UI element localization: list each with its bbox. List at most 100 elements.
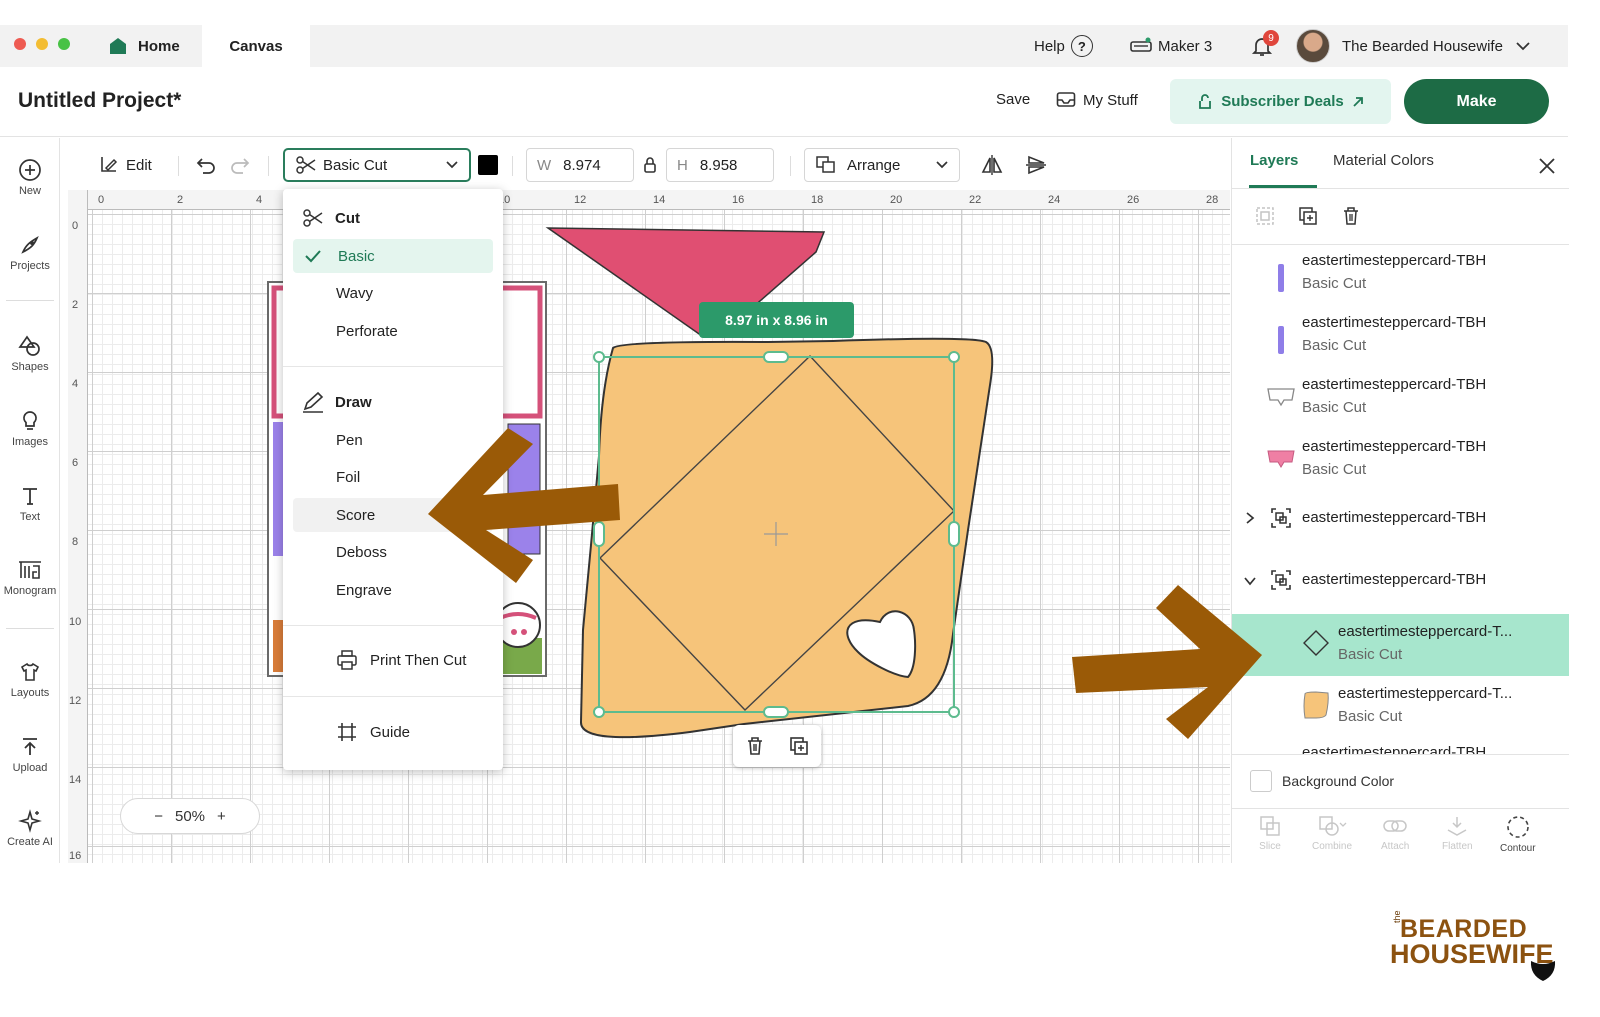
tab-layers[interactable]: Layers [1250,152,1298,169]
layer-row[interactable]: eastertimesteppercard-T... Basic Cut [1232,678,1569,740]
chevron-right-icon[interactable] [1244,511,1256,525]
sidebar-item-upload[interactable]: Upload [0,735,60,774]
layer-name: eastertimesteppercard-TBH [1302,509,1487,526]
layer-name: eastertimesteppercard-TBH [1302,376,1487,393]
layer-operation: Basic Cut [1338,708,1403,725]
color-swatch[interactable] [478,148,498,182]
design-canvas[interactable]: 0 2 4 10 12 14 16 18 20 22 24 26 28 0 2 … [68,190,1230,863]
layer-swatch [1303,630,1329,656]
tab-home[interactable]: Home [90,25,198,67]
attach-icon [1383,820,1407,832]
flatten-label: Flatten [1442,841,1473,852]
flip-horizontal-button[interactable] [980,148,1004,182]
group-icon [1271,570,1291,590]
combine-button[interactable]: Combine [1312,814,1352,852]
height-value: 8.958 [699,156,738,174]
duplicate-icon[interactable] [1297,205,1319,227]
tab-canvas[interactable]: Canvas [202,25,310,67]
sidebar-item-create-ai[interactable]: Create AI [0,809,60,848]
layer-row[interactable]: eastertimesteppercard-TBH Basic Cut [1232,432,1569,494]
sidebar-item-monogram[interactable]: Monogram [0,558,60,597]
redo-button[interactable] [228,148,252,182]
sidebar-item-images[interactable]: Images [0,409,60,448]
combine-label: Combine [1312,841,1353,852]
sidebar-label-projects: Projects [10,260,50,272]
zoom-control: − 50% + [120,798,260,834]
operation-select[interactable]: Basic Cut [283,148,471,182]
close-icon[interactable] [1538,157,1556,175]
slice-icon [1260,816,1280,836]
sidebar-item-new[interactable]: New [0,158,60,197]
group-icon[interactable] [1254,205,1276,227]
layer-name: eastertimesteppercard-TBH [1302,252,1487,269]
chevron-down-icon [1516,42,1530,51]
flip-vertical-button[interactable] [1024,148,1048,182]
layer-group-row[interactable]: eastertimesteppercard-TBH [1232,494,1569,556]
machine-selector[interactable]: Maker 3 [1130,25,1212,67]
monogram-icon [19,561,41,579]
minimize-window-button[interactable] [36,38,48,50]
notifications-button[interactable]: 9 [1250,25,1279,67]
envelope-shape[interactable] [579,337,994,739]
zoom-window-button[interactable] [58,38,70,50]
layer-operation: Basic Cut [1302,337,1367,354]
close-window-button[interactable] [14,38,26,50]
user-menu[interactable]: The Bearded Housewife [1296,25,1531,67]
project-title: Untitled Project* [18,89,182,112]
layer-name: eastertimesteppercard-T... [1338,623,1513,640]
checkbox[interactable] [1250,770,1272,792]
menu-item-perforate[interactable]: Perforate [293,314,493,348]
background-color-toggle[interactable]: Background Color [1250,770,1394,792]
layer-row[interactable]: eastertimesteppercard-TBH Basic Cut [1232,308,1569,370]
layer-row-partial[interactable]: eastertimesteppercard-TBH [1232,740,1569,754]
layer-row[interactable]: eastertimesteppercard-TBH Basic Cut [1232,370,1569,432]
layer-group-row[interactable]: eastertimesteppercard-TBH [1232,556,1569,618]
menu-header-cut: Cut [293,201,493,235]
menu-item-print-then-cut-label: Print Then Cut [370,651,467,669]
lock-aspect-button[interactable] [642,148,658,182]
sidebar-item-shapes[interactable]: Shapes [0,334,60,373]
layer-row[interactable]: eastertimesteppercard-TBH Basic Cut [1232,246,1569,308]
make-button[interactable]: Make [1404,79,1549,124]
menu-divider [283,366,503,367]
menu-item-guide[interactable]: Guide [293,715,493,749]
zoom-in-button[interactable]: + [217,808,226,825]
zoom-out-button[interactable]: − [154,808,163,825]
toolbar-divider [790,156,791,176]
attach-button[interactable]: Attach [1381,814,1409,852]
layer-name: eastertimesteppercard-TBH [1302,571,1487,588]
help-button[interactable]: Help ? [1034,25,1093,67]
menu-item-print-then-cut[interactable]: Print Then Cut [293,643,493,677]
edit-button[interactable]: Edit [98,148,152,182]
sidebar-item-layouts[interactable]: Layouts [0,660,60,699]
contour-button[interactable]: Contour [1500,814,1536,854]
menu-item-basic[interactable]: Basic [293,239,493,273]
layers-panel: Layers Material Colors eastertimestepper… [1231,138,1569,863]
sidebar-item-projects[interactable]: Projects [0,233,60,272]
panel-divider [1232,188,1569,189]
subscriber-deals-button[interactable]: Subscriber Deals [1170,79,1391,124]
trash-icon[interactable] [1340,205,1362,227]
layer-swatch [1267,450,1295,468]
flatten-button[interactable]: Flatten [1442,814,1473,852]
sidebar-item-text[interactable]: Text [0,484,60,523]
height-field[interactable]: H 8.958 [666,148,774,182]
trash-icon[interactable] [744,735,766,757]
lock-icon [644,157,656,173]
duplicate-icon[interactable] [788,735,810,757]
my-stuff-button[interactable]: My Stuff [1056,91,1138,109]
save-button[interactable]: Save [996,91,1030,108]
layer-name: eastertimesteppercard-TBH [1302,438,1487,455]
beard-icon [1530,961,1556,981]
annotation-arrow-right [1072,585,1262,739]
menu-item-wavy[interactable]: Wavy [293,276,493,310]
menu-item-engrave-label: Engrave [336,581,392,599]
undo-button[interactable] [194,148,218,182]
slice-label: Slice [1259,841,1281,852]
slice-button[interactable]: Slice [1258,814,1282,852]
dimension-badge: 8.97 in x 8.96 in [699,302,854,338]
width-field[interactable]: W 8.974 [526,148,634,182]
arrange-select[interactable]: Arrange [804,148,960,182]
tab-material-colors[interactable]: Material Colors [1333,152,1434,169]
layer-row-selected[interactable]: eastertimesteppercard-T... Basic Cut [1232,614,1569,676]
